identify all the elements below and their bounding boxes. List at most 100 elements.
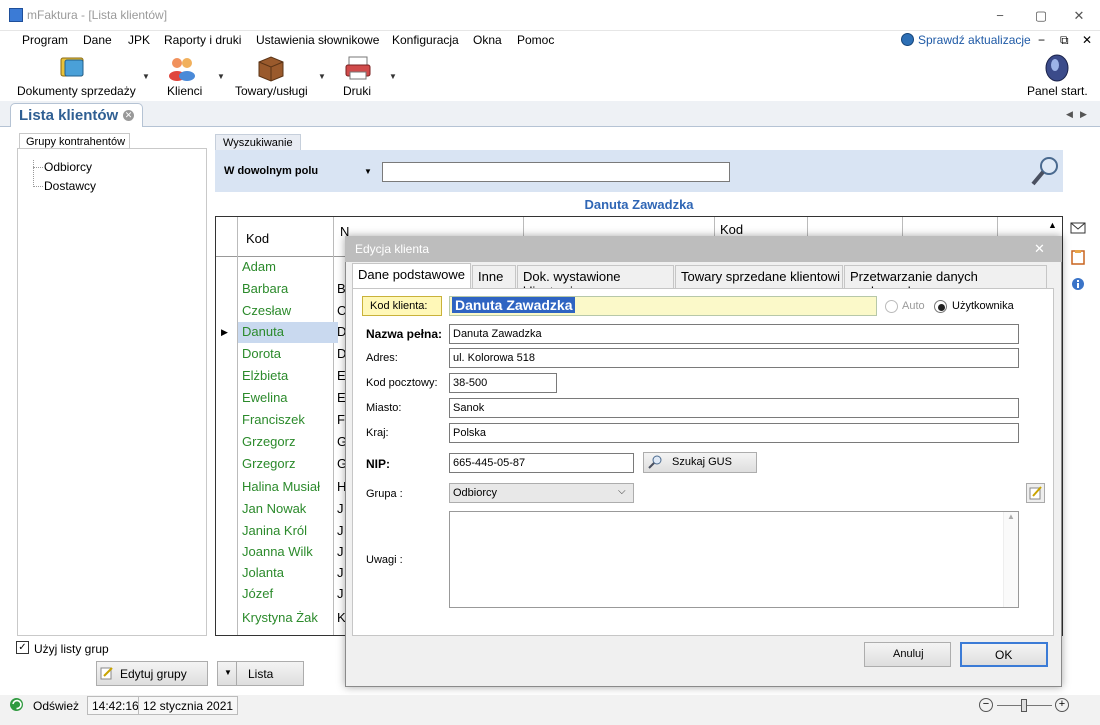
edit-groups-label: Edytuj grupy [120, 667, 187, 681]
update-link[interactable]: Sprawdź aktualizacje [918, 33, 1031, 47]
grid-row-name[interactable]: Adam [242, 259, 276, 274]
maximize-button[interactable]: ▢ [1026, 6, 1056, 26]
postal-code-label: Kod pocztowy: [366, 377, 438, 389]
menu-okna[interactable]: Okna [473, 33, 502, 47]
notes-scrollbar[interactable]: ▲ [1003, 512, 1018, 607]
menu-konfiguracja[interactable]: Konfiguracja [392, 33, 459, 47]
tab-basic-data[interactable]: Dane podstawowe [352, 263, 471, 289]
grid-row-name[interactable]: Józef [242, 586, 273, 601]
postal-code-field[interactable]: 38-500 [449, 373, 557, 393]
use-groups-checkbox[interactable]: ✓ [16, 641, 29, 654]
toolbar-clients[interactable]: Klienci [167, 84, 202, 98]
radio-auto[interactable] [885, 300, 898, 313]
toolbar-goods[interactable]: Towary/usługi [235, 84, 308, 98]
full-name-field[interactable]: Danuta Zawadzka [449, 324, 1019, 344]
chevron-down-icon[interactable]: ▼ [142, 72, 150, 81]
groups-panel [17, 148, 207, 636]
tab-personal-data[interactable]: Przetwarzanie danych osobowych [844, 265, 1047, 299]
grid-row-name[interactable]: Danuta [242, 324, 284, 339]
edit-icon[interactable] [1026, 483, 1045, 503]
grid-row-col2[interactable]: J [337, 501, 344, 516]
search-field-select[interactable]: W dowolnym polu [220, 162, 377, 182]
nip-field[interactable]: 665-445-05-87 [449, 453, 634, 473]
mail-icon[interactable] [1070, 220, 1086, 236]
zoom-out-icon[interactable]: − [979, 698, 993, 712]
minimize-button[interactable]: − [985, 6, 1015, 26]
refresh-label[interactable]: Odśwież [33, 699, 79, 713]
toolbar-panel-start[interactable]: Panel start. [1027, 84, 1088, 98]
grid-header-kod[interactable]: Kod [246, 231, 269, 246]
panel-icon [1045, 54, 1069, 82]
row-pointer-icon: ▶ [221, 327, 228, 337]
grid-row-name[interactable]: Elżbieta [242, 368, 288, 383]
dialog-title: Edycja klienta [355, 242, 430, 256]
chevron-down-icon[interactable]: ▼ [389, 72, 397, 81]
client-code-value[interactable]: Danuta Zawadzka [452, 297, 576, 313]
chevron-right-icon[interactable]: ▶ [1080, 109, 1087, 120]
chevron-down-icon[interactable]: ▼ [364, 167, 372, 176]
grid-row-name[interactable]: Dorota [242, 346, 281, 361]
menu-program[interactable]: Program [22, 33, 68, 47]
search-tab[interactable]: Wyszukiwanie [215, 134, 301, 151]
chevron-down-icon[interactable]: ⌵ [618, 486, 626, 497]
tree-line [33, 186, 43, 187]
refresh-icon[interactable] [9, 697, 24, 712]
grid-row-name[interactable]: Jolanta [242, 565, 284, 580]
address-label: Adres: [366, 352, 398, 364]
country-field[interactable]: Polska [449, 423, 1019, 443]
grid-row-name[interactable]: Barbara [242, 281, 288, 296]
grid-row-col2[interactable]: F [337, 412, 345, 427]
close-window-button[interactable]: ✕ [1064, 6, 1094, 26]
info-icon[interactable] [1070, 276, 1086, 292]
grid-header-kod2[interactable]: Kod [720, 222, 743, 237]
edit-icon [100, 667, 113, 680]
chevron-left-icon[interactable]: ◀ [1066, 109, 1073, 120]
group-select[interactable]: Odbiorcy [449, 483, 634, 503]
menu-ustawienia[interactable]: Ustawienia słownikowe [256, 33, 379, 47]
chevron-down-icon[interactable]: ▼ [318, 72, 326, 81]
grid-row-col2[interactable]: J [337, 523, 344, 538]
grid-row-col2[interactable]: J [337, 565, 344, 580]
grid-row-col2[interactable]: J [337, 544, 344, 559]
mdi-restore-button[interactable]: ⧉ [1060, 33, 1069, 48]
city-field[interactable]: Sanok [449, 398, 1019, 418]
toolbar-sales-docs[interactable]: Dokumenty sprzedaży [17, 84, 136, 98]
chevron-down-icon[interactable]: ▼ [217, 72, 225, 81]
search-input[interactable] [382, 162, 730, 182]
toolbar-prints[interactable]: Druki [343, 84, 371, 98]
group-item-dostawcy[interactable]: Dostawcy [44, 179, 96, 193]
menu-pomoc[interactable]: Pomoc [517, 33, 554, 47]
menu-raporty[interactable]: Raporty i druki [164, 33, 241, 47]
selected-client-header: Danuta Zawadzka [584, 197, 694, 212]
tree-line [33, 160, 34, 187]
grid-row-name[interactable]: Krystyna Żak [242, 610, 318, 625]
group-item-odbiorcy[interactable]: Odbiorcy [44, 160, 92, 174]
clipboard-icon[interactable] [1070, 249, 1086, 265]
grid-row-col2[interactable]: J [337, 586, 344, 601]
notes-textarea[interactable] [449, 511, 1019, 608]
address-field[interactable]: ul. Kolorowa 518 [449, 348, 1019, 368]
grid-row-name[interactable]: Halina Musiał [242, 479, 320, 494]
grid-row-name[interactable]: Czesław [242, 303, 291, 318]
grid-row-name[interactable]: Jan Nowak [242, 501, 306, 516]
zoom-in-icon[interactable]: + [1055, 698, 1069, 712]
zoom-slider-handle[interactable] [1021, 699, 1027, 712]
tab-sold-goods[interactable]: Towary sprzedane klientowi [675, 265, 843, 288]
grid-row-name[interactable]: Grzegorz [242, 456, 295, 471]
tab-issued-docs[interactable]: Dok. wystawione klientowi [517, 265, 674, 299]
menu-jpk[interactable]: JPK [128, 33, 150, 47]
scroll-up-icon[interactable]: ▲ [1048, 220, 1057, 230]
mdi-close-button[interactable]: ✕ [1082, 33, 1092, 47]
grid-row-name[interactable]: Janina Król [242, 523, 307, 538]
grid-row-name[interactable]: Joanna Wilk [242, 544, 313, 559]
grid-row-name[interactable]: Grzegorz [242, 434, 295, 449]
toolbar [0, 52, 1100, 100]
menu-dane[interactable]: Dane [83, 33, 112, 47]
close-icon[interactable]: ✕ [123, 110, 134, 121]
tab-other[interactable]: Inne [472, 265, 516, 288]
grid-row-name[interactable]: Ewelina [242, 390, 288, 405]
mdi-minimize-button[interactable]: − [1038, 33, 1045, 47]
search-icon[interactable] [1030, 155, 1060, 187]
grid-row-name[interactable]: Franciszek [242, 412, 305, 427]
dialog-close-button[interactable]: ✕ [1034, 241, 1045, 257]
